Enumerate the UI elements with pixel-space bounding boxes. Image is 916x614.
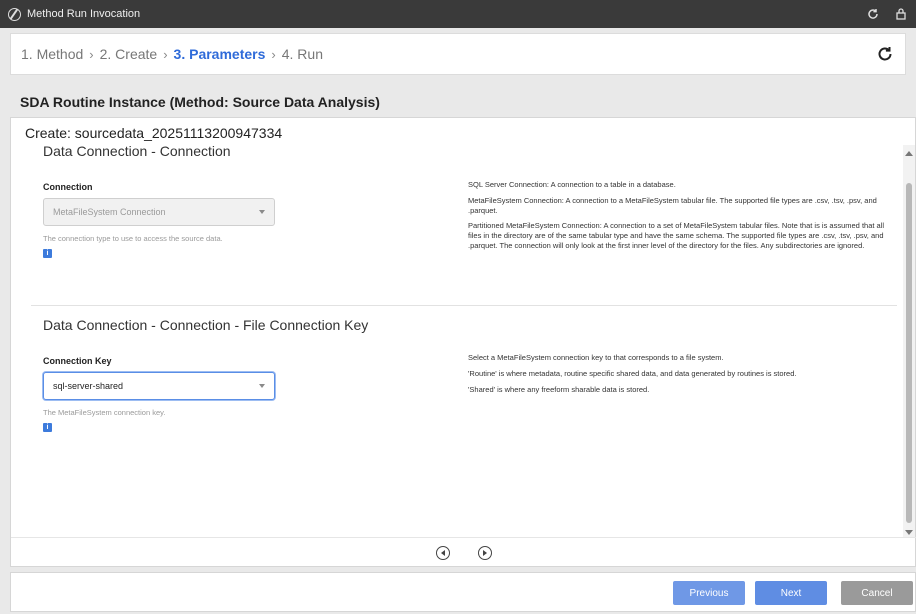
connection-select-value: MetaFileSystem Connection <box>53 207 166 217</box>
connection-key-select-value: sql-server-shared <box>53 381 124 391</box>
sync-icon[interactable] <box>866 7 880 21</box>
parameters-panel: Create: sourcedata_20251113200947334 Dat… <box>10 117 916 567</box>
next-page-icon[interactable] <box>478 545 492 560</box>
connection-key-helper-text: The MetaFileSystem connection key. <box>43 408 166 417</box>
info-icon[interactable]: i <box>43 423 52 432</box>
description-line: MetaFileSystem Connection: A connection … <box>468 195 877 215</box>
window-title: Method Run Invocation <box>27 8 141 20</box>
description-line: SQL Server Connection: A connection to a… <box>468 180 676 189</box>
scrollbar-thumb[interactable] <box>906 183 912 523</box>
refresh-icon[interactable] <box>875 44 895 64</box>
chevron-right-icon: › <box>163 46 168 62</box>
page-title: SDA Routine Instance (Method: Source Dat… <box>20 94 380 110</box>
connection-select[interactable]: MetaFileSystem Connection <box>43 198 275 226</box>
scroll-down-icon[interactable] <box>905 530 913 535</box>
lock-icon[interactable] <box>894 7 908 21</box>
step-create[interactable]: 2. Create <box>100 46 158 62</box>
previous-button[interactable]: Previous <box>673 581 745 605</box>
description-line: Partitioned MetaFileSystem Connection: A… <box>468 221 885 250</box>
description-line: 'Routine' is where metadata, routine spe… <box>468 368 797 378</box>
connection-key-description: Select a MetaFileSystem connection key t… <box>468 353 886 400</box>
connection-helper-text: The connection type to use to access the… <box>43 234 223 243</box>
section-pager <box>11 537 916 567</box>
chevron-down-icon <box>259 384 265 388</box>
cancel-button[interactable]: Cancel <box>841 581 913 605</box>
info-icon[interactable]: i <box>43 249 52 258</box>
next-button[interactable]: Next <box>755 581 827 605</box>
chevron-right-icon: › <box>271 46 276 62</box>
section-title: Data Connection - Connection <box>43 145 231 159</box>
wizard-breadcrumb: 1. Method › 2. Create › 3. Parameters › … <box>10 33 906 75</box>
create-header: Create: sourcedata_20251113200947334 <box>25 125 283 141</box>
connection-key-label: Connection Key <box>43 356 112 366</box>
section-connection: Data Connection - Connection Connection … <box>11 145 903 310</box>
step-run[interactable]: 4. Run <box>282 46 323 62</box>
parameters-scroll-area[interactable]: Data Connection - Connection Connection … <box>11 145 903 537</box>
step-method[interactable]: 1. Method <box>21 46 83 62</box>
step-parameters[interactable]: 3. Parameters <box>174 46 266 62</box>
connection-description: SQL Server Connection: A connection to a… <box>468 180 886 257</box>
scroll-up-icon[interactable] <box>905 151 913 156</box>
description-line: 'Shared' is where any freeform sharable … <box>468 384 650 394</box>
app-logo-icon <box>8 7 21 21</box>
section-divider <box>31 305 897 306</box>
previous-page-icon[interactable] <box>436 545 450 560</box>
chevron-right-icon: › <box>89 46 94 62</box>
connection-key-select[interactable]: sql-server-shared <box>43 372 275 400</box>
section-title: Data Connection - Connection - File Conn… <box>43 317 369 333</box>
section-file-connection-key: Data Connection - Connection - File Conn… <box>11 317 903 467</box>
window-titlebar: Method Run Invocation <box>0 0 916 28</box>
chevron-down-icon <box>259 210 265 214</box>
vertical-scrollbar[interactable] <box>903 145 915 537</box>
connection-label: Connection <box>43 182 93 192</box>
description-line: Select a MetaFileSystem connection key t… <box>468 353 724 362</box>
dialog-footer: Previous Next Cancel <box>10 572 916 612</box>
